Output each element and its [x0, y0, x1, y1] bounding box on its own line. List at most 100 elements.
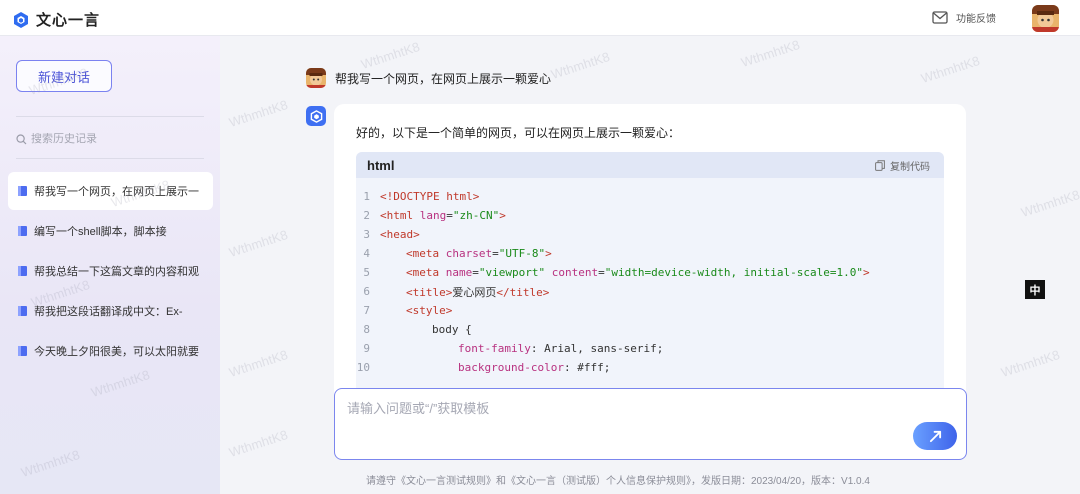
composer[interactable] — [334, 388, 967, 460]
code-text: font-family: Arial, sans-serif; — [380, 342, 663, 355]
code-line: 1 <!DOCTYPE html> — [356, 187, 944, 206]
line-number: 10 — [356, 361, 370, 374]
chat-icon — [18, 306, 27, 316]
sidebar: 新建对话 帮我写一个网页，在网页上展示一 编写一个shell脚本，脚本接 帮我总… — [0, 36, 220, 494]
avatar-icon — [1032, 5, 1059, 32]
history-item-label: 帮我总结一下这篇文章的内容和观 — [34, 266, 199, 278]
code-token: > — [499, 209, 506, 222]
feedback-label: 功能反馈 — [956, 14, 996, 25]
new-chat-button[interactable]: 新建对话 — [16, 60, 112, 92]
code-text: <title>爱心网页</title> — [380, 284, 549, 300]
history-item-label: 帮我把这段话翻译成中文：Ex- — [34, 306, 183, 318]
code-line: 7 <style> — [356, 301, 944, 320]
code-token: background-color — [458, 361, 564, 374]
code-token: content — [551, 266, 599, 279]
watermark: WthmhtK8 — [739, 36, 802, 71]
answer-intro: 好的，以下是一个简单的网页，可以在网页上展示一颗爱心： — [356, 126, 681, 140]
code-text: <meta name="viewport" content="width=dev… — [380, 266, 870, 279]
code-token: "viewport" — [478, 266, 546, 279]
line-number: 9 — [363, 342, 370, 355]
code-token: lang — [419, 209, 447, 222]
code-line: 8 body { — [356, 320, 944, 339]
code-text: background-color: #fff; — [380, 361, 610, 374]
code-token: : #fff; — [563, 361, 611, 374]
line-number: 1 — [363, 190, 370, 203]
logo-text: 文心一言 — [36, 12, 101, 29]
code-line: 9 font-family: Arial, sans-serif; — [356, 339, 944, 358]
chat-icon — [18, 346, 27, 356]
answer-card: 好的，以下是一个简单的网页，可以在网页上展示一颗爱心： html 复制代码 1 <… — [334, 104, 966, 424]
code-text: body { — [380, 323, 472, 336]
code-text: <style> — [380, 304, 452, 317]
code-line: 5 <meta name="viewport" content="width=de… — [356, 263, 944, 282]
code-line: 4 <meta charset="UTF-8"> — [356, 244, 944, 263]
chat-icon — [18, 186, 27, 196]
history-item[interactable]: 编写一个shell脚本，脚本接 — [8, 212, 213, 250]
code-token: > — [545, 247, 552, 260]
code-token: <title> — [406, 285, 453, 299]
line-number: 7 — [363, 304, 370, 317]
search-input[interactable] — [31, 133, 191, 145]
code-token: "width=device-width, initial-scale=1.0" — [604, 266, 863, 279]
watermark: WthmhtK8 — [89, 366, 152, 401]
code-token: font-family — [458, 342, 531, 355]
watermark: WthmhtK8 — [1019, 186, 1080, 221]
history-item[interactable]: 帮我写一个网页，在网页上展示一 — [8, 172, 213, 210]
code-token: : Arial, sans-serif; — [530, 342, 664, 355]
copy-code-button[interactable]: 复制代码 — [875, 158, 930, 173]
history-search[interactable] — [16, 130, 204, 148]
logo[interactable]: 文心一言 — [12, 9, 100, 30]
avatar-icon — [306, 68, 326, 88]
bot-avatar — [306, 106, 326, 126]
user-message-text: 帮我写一个网页，在网页上展示一颗爱心 — [335, 71, 552, 86]
line-number: 6 — [363, 285, 370, 298]
sidebar-divider — [16, 116, 204, 117]
code-text: <!DOCTYPE html> — [380, 190, 479, 203]
code-token: <!DOCTYPE html> — [380, 190, 480, 203]
code-token: <meta — [406, 247, 446, 260]
logo-icon — [14, 11, 28, 28]
code-token: charset — [445, 247, 493, 260]
code-token: "zh-CN" — [452, 209, 500, 222]
user-avatar[interactable] — [1032, 5, 1059, 32]
sidebar-divider — [16, 158, 204, 159]
watermark: WthmhtK8 — [919, 52, 982, 87]
code-token: <style> — [406, 304, 453, 317]
top-bar: 文心一言 功能反馈 — [0, 0, 1080, 36]
watermark: WthmhtK8 — [227, 96, 290, 131]
history-item[interactable]: 今天晚上夕阳很美，可以太阳就要 — [8, 332, 213, 370]
code-token: 爱心网页 — [452, 285, 497, 299]
feedback-button[interactable]: 功能反馈 — [932, 10, 996, 25]
history-item-label: 帮我写一个网页，在网页上展示一 — [34, 186, 199, 198]
code-text: <meta charset="UTF-8"> — [380, 247, 552, 260]
code-token: = — [492, 247, 499, 260]
code-line: 10 background-color: #fff; — [356, 358, 944, 377]
history-item-label: 今天晚上夕阳很美，可以太阳就要 — [34, 346, 199, 358]
code-text: <html lang="zh-CN"> — [380, 209, 506, 222]
watermark: WthmhtK8 — [549, 48, 612, 83]
history-item-label: 编写一个shell脚本，脚本接 — [34, 226, 167, 238]
code-token: body { — [432, 323, 472, 336]
line-number: 8 — [363, 323, 370, 336]
code-token: <head> — [380, 228, 420, 241]
code-token: </title> — [496, 285, 550, 299]
code-token: = — [472, 266, 479, 279]
send-button[interactable] — [913, 422, 957, 450]
chat-area: 帮我写一个网页，在网页上展示一颗爱心 好的，以下是一个简单的网页，可以在网页上展… — [220, 36, 1080, 494]
mail-icon — [932, 11, 948, 24]
code-token: "UTF-8" — [498, 247, 546, 260]
history-item[interactable]: 帮我总结一下这篇文章的内容和观 — [8, 252, 213, 290]
code-token: name — [445, 266, 473, 279]
code-line: 3 <head> — [356, 225, 944, 244]
footer-note: 请遵守《文心一言测试规则》和《文心一言（测试版）个人信息保护规则》，发版日期：2… — [366, 476, 870, 487]
ime-indicator[interactable]: 中 — [1025, 280, 1045, 299]
search-icon — [16, 133, 27, 144]
watermark: WthmhtK8 — [19, 446, 82, 481]
history-item[interactable]: 帮我把这段话翻译成中文：Ex- — [8, 292, 213, 330]
code-text: <head> — [380, 228, 420, 241]
line-number: 4 — [363, 247, 370, 260]
prompt-input[interactable] — [347, 401, 907, 416]
send-icon — [929, 430, 941, 442]
line-number: 5 — [363, 266, 370, 279]
